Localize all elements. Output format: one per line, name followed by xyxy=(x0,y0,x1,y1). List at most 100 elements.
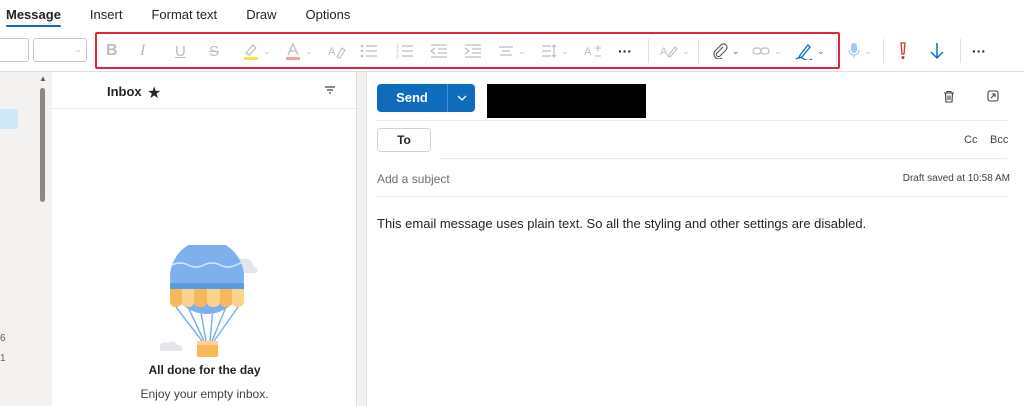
underline-icon: U xyxy=(175,42,186,60)
align-center-icon xyxy=(499,46,513,56)
strikethrough-icon: S xyxy=(209,42,220,60)
align-button[interactable]: ⌄ xyxy=(498,40,526,62)
italic-button[interactable]: I xyxy=(140,40,145,62)
arrow-down-icon xyxy=(930,43,944,60)
bold-icon: B xyxy=(106,42,118,59)
empty-state-title: All done for the day xyxy=(148,363,261,377)
low-importance-button[interactable] xyxy=(930,40,944,62)
bold-button[interactable]: B xyxy=(106,40,118,62)
italic-icon: I xyxy=(140,42,146,59)
more-icon: ··· xyxy=(618,43,632,59)
decrease-indent-button[interactable] xyxy=(430,40,448,62)
toolbar-divider xyxy=(883,39,884,63)
font-size-box[interactable]: ⌄ xyxy=(33,38,87,62)
scroll-up-icon[interactable]: ▲ xyxy=(39,74,47,83)
draft-status: Draft saved at 10:58 AM xyxy=(902,173,1010,184)
indent-icon xyxy=(464,44,481,58)
folder-title: Inbox xyxy=(107,84,142,99)
rail-scrollbar[interactable] xyxy=(40,88,45,202)
chevron-down-icon: ⌄ xyxy=(817,45,825,56)
chevron-down-icon: ⌄ xyxy=(682,45,690,56)
tab-options[interactable]: Options xyxy=(306,0,351,30)
font-color-button[interactable]: ⌄ xyxy=(285,40,313,62)
strikethrough-button[interactable]: S xyxy=(209,40,219,62)
toolbar-divider xyxy=(648,39,649,63)
chevron-down-icon: ⌄ xyxy=(774,45,782,56)
star-icon[interactable]: ★ xyxy=(147,83,161,103)
formatting-toolbar: ⌄ B I U S ⌄ ⌄ A 123 ⌄ ⌄ A ··· A ⌄ ⌄ ⌄ ⌄ … xyxy=(0,30,1024,72)
cc-button[interactable]: Cc xyxy=(964,134,977,146)
signature-button[interactable]: ⌄ xyxy=(795,40,825,62)
toolbar-divider xyxy=(836,39,837,63)
filter-icon[interactable] xyxy=(324,85,336,95)
chevron-down-icon: ⌄ xyxy=(732,45,740,56)
numbering-button[interactable]: 123 xyxy=(396,40,414,62)
more-options-button[interactable]: ··· xyxy=(972,40,986,62)
bullets-button[interactable] xyxy=(360,40,378,62)
paperclip-icon xyxy=(713,43,728,59)
dictate-button[interactable]: ⌄ xyxy=(848,40,872,62)
to-divider xyxy=(439,158,1007,159)
send-button[interactable]: Send xyxy=(377,84,447,112)
line-spacing-icon xyxy=(542,44,557,58)
ribbon-tabs: Message Insert Format text Draw Options xyxy=(0,0,1024,30)
font-color-icon xyxy=(286,42,300,60)
toolbar-divider xyxy=(960,39,961,63)
highlight-color-button[interactable]: ⌄ xyxy=(243,40,271,62)
selected-folder-indicator[interactable] xyxy=(0,109,18,129)
chevron-down-icon: ⌄ xyxy=(561,45,569,56)
highlighter-icon xyxy=(244,44,258,60)
chevron-down-icon xyxy=(457,95,466,101)
more-formatting-button[interactable]: ··· xyxy=(618,40,632,62)
subject-input[interactable]: Add a subject xyxy=(377,172,450,186)
tab-format-text[interactable]: Format text xyxy=(151,0,217,30)
styles-button[interactable]: A ⌄ xyxy=(660,40,690,62)
folder-rail: ▲ 6 1 xyxy=(0,72,52,406)
chevron-down-icon: ⌄ xyxy=(518,45,526,56)
increase-indent-button[interactable] xyxy=(464,40,482,62)
outlook-window: Message Insert Format text Draw Options … xyxy=(0,0,1024,406)
to-button[interactable]: To xyxy=(377,128,431,152)
font-name-box[interactable] xyxy=(0,38,29,62)
subject-divider xyxy=(377,196,1007,197)
chevron-down-icon: ⌄ xyxy=(864,45,872,56)
svg-text:A: A xyxy=(660,46,668,58)
message-list-pane: Inbox ★ All done for the day Enjoy your … xyxy=(52,72,357,406)
header-divider xyxy=(377,120,1007,121)
folder-count: 1 xyxy=(0,353,6,364)
attach-file-button[interactable]: ⌄ xyxy=(712,40,740,62)
chevron-down-icon: ⌄ xyxy=(263,45,271,56)
underline-button[interactable]: U xyxy=(175,40,186,62)
signature-pen-icon xyxy=(795,44,813,60)
send-options-button[interactable] xyxy=(448,84,475,112)
tab-message[interactable]: Message xyxy=(6,0,61,30)
high-importance-button[interactable] xyxy=(898,40,908,62)
message-body[interactable]: This email message uses plain text. So a… xyxy=(377,216,866,231)
tab-draw[interactable]: Draw xyxy=(246,0,276,30)
microphone-icon xyxy=(848,43,860,58)
hot-air-balloon-illustration xyxy=(160,245,258,357)
paragraph-spacing-button[interactable]: A xyxy=(584,40,602,62)
more-icon: ··· xyxy=(972,43,986,59)
line-spacing-button[interactable]: ⌄ xyxy=(541,40,569,62)
clear-formatting-button[interactable]: A xyxy=(328,40,346,62)
text-size-icon: A xyxy=(584,45,601,58)
bcc-button[interactable]: Bcc xyxy=(990,134,1008,146)
pen-style-icon: A xyxy=(660,46,678,58)
empty-state-subtitle: Enjoy your empty inbox. xyxy=(140,387,269,401)
link-icon xyxy=(752,47,770,55)
svg-text:3: 3 xyxy=(396,54,399,59)
outdent-icon xyxy=(430,44,447,58)
trash-icon[interactable] xyxy=(943,90,955,103)
chevron-down-icon: ⌄ xyxy=(305,45,313,56)
tab-insert[interactable]: Insert xyxy=(90,0,123,30)
compose-pane: Send To Cc Bcc Add a subject Draft saved… xyxy=(366,72,1024,406)
popout-icon[interactable] xyxy=(987,90,999,102)
folder-count: 6 xyxy=(0,333,6,344)
clear-format-icon: A xyxy=(328,46,346,59)
numbered-list-icon: 123 xyxy=(396,44,413,59)
send-split-button: Send xyxy=(377,84,475,112)
link-button[interactable]: ⌄ xyxy=(752,40,782,62)
chevron-down-icon: ⌄ xyxy=(74,44,82,54)
exclamation-icon xyxy=(900,42,906,59)
